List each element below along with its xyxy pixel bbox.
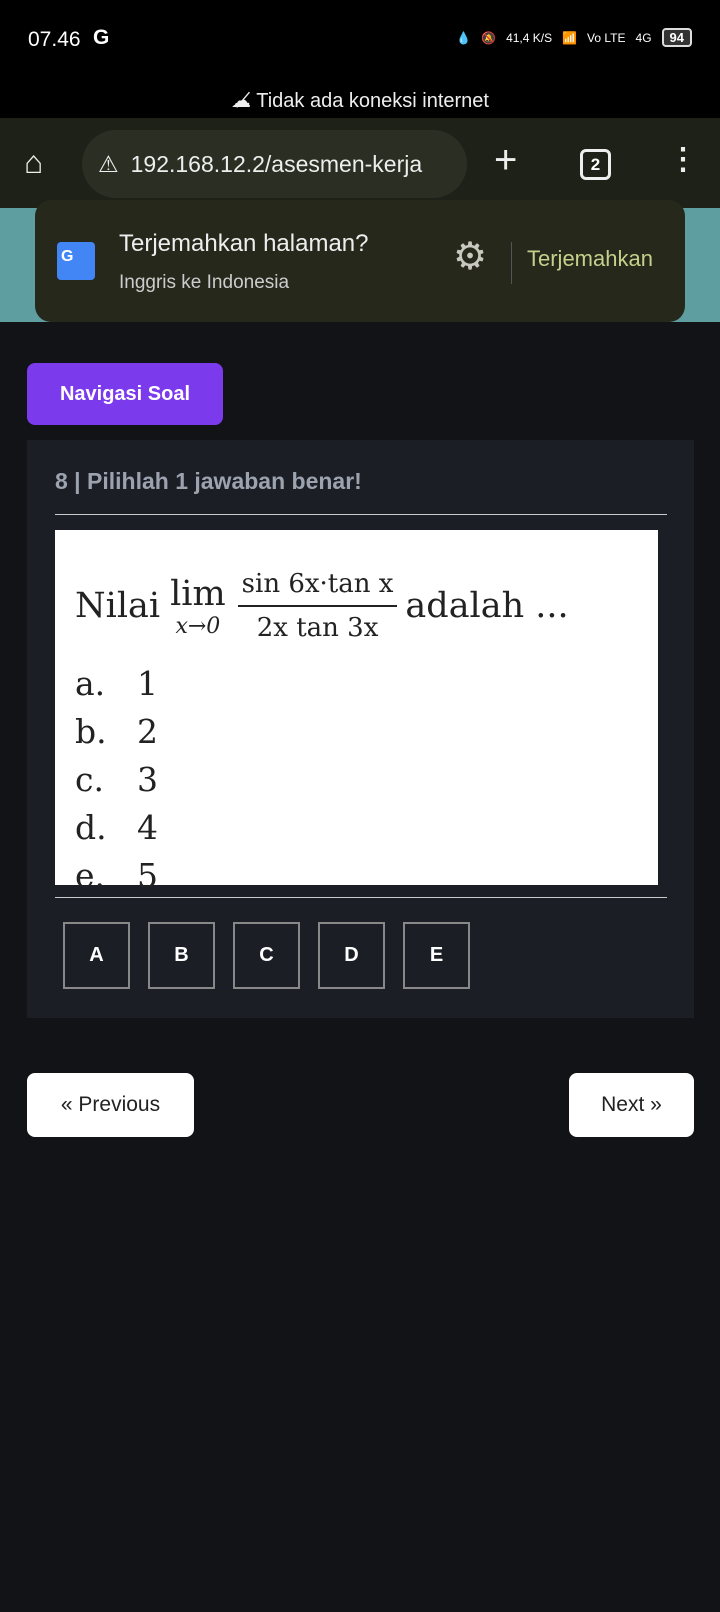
question-header: 8 | Pilihlah 1 jawaban benar! — [55, 468, 362, 494]
url-text: 192.168.12.2/asesmen-kerja — [130, 150, 423, 177]
answer-buttons: A B C D E — [63, 922, 470, 989]
next-button[interactable]: Next » — [569, 1073, 694, 1137]
network-label: 4G — [635, 30, 652, 45]
option: e. 5 — [75, 856, 158, 895]
drop-icon: 💧 — [456, 30, 472, 45]
warning-icon: ⚠ — [98, 150, 119, 177]
numerator: sin 6x·tan x — [237, 569, 398, 607]
denominator: 2x tan 3x — [256, 613, 379, 643]
option: b. 2 — [75, 712, 158, 751]
question-card: 8 | Pilihlah 1 jawaban benar! Nilai lim x… — [27, 440, 694, 1018]
answer-c-button[interactable]: C — [233, 922, 300, 989]
divider — [55, 514, 667, 515]
gear-icon[interactable]: ⚙ — [453, 234, 487, 279]
wifi-icon: 📶 — [562, 30, 578, 45]
battery-icon: 94 — [661, 28, 692, 47]
question-image: Nilai lim x→0 sin 6x·tan x 2x tan 3x adala… — [55, 530, 658, 895]
cloud-off-icon: ☁̸ — [231, 90, 257, 112]
home-icon[interactable]: ⌂ — [24, 144, 43, 181]
more-menu-icon[interactable]: ⋮ — [668, 142, 698, 177]
offline-banner: ☁̸ Tidak ada koneksi internet — [0, 82, 720, 118]
divider — [511, 242, 512, 284]
option: d. 4 — [75, 808, 158, 847]
option: c. 3 — [75, 760, 158, 799]
translate-popup: G Terjemahkan halaman? Inggris ke Indone… — [35, 200, 685, 322]
mute-icon: 🔕 — [481, 30, 497, 45]
tab-switcher-button[interactable]: 2 — [580, 149, 611, 180]
translate-subtitle: Inggris ke Indonesia — [119, 272, 290, 293]
answer-d-button[interactable]: D — [318, 922, 385, 989]
previous-button[interactable]: « Previous — [27, 1073, 194, 1137]
translate-button[interactable]: Terjemahkan — [527, 246, 653, 272]
offline-text: Tidak ada koneksi internet — [256, 90, 489, 112]
net-speed: 41,4 K/S — [506, 30, 553, 45]
translate-title: Terjemahkan halaman? — [119, 230, 369, 257]
status-icons: 💧 🔕 41,4 K/S 📶 Vo LTE 4G 94 — [456, 28, 692, 47]
google-icon: G — [93, 26, 110, 49]
option: a. 1 — [75, 664, 158, 703]
clock: 07.46 — [28, 28, 81, 51]
fraction: sin 6x·tan x 2x tan 3x — [237, 569, 398, 643]
answer-e-button[interactable]: E — [403, 922, 470, 989]
lim-text: lim — [170, 573, 226, 614]
new-tab-icon[interactable]: + — [494, 138, 517, 183]
lim-sub: x→0 — [175, 613, 221, 639]
limit: lim x→0 — [170, 574, 226, 639]
answer-a-button[interactable]: A — [63, 922, 130, 989]
question-suffix: adalah ... — [405, 586, 569, 626]
url-bar[interactable]: ⚠ 192.168.12.2/asesmen-kerja — [82, 130, 467, 198]
question-navigation-button[interactable]: Navigasi Soal — [27, 363, 223, 425]
question-prefix: Nilai — [75, 586, 161, 626]
google-translate-icon: G — [57, 242, 95, 280]
divider — [55, 897, 667, 898]
volte-label: Vo LTE — [587, 30, 626, 45]
answer-b-button[interactable]: B — [148, 922, 215, 989]
